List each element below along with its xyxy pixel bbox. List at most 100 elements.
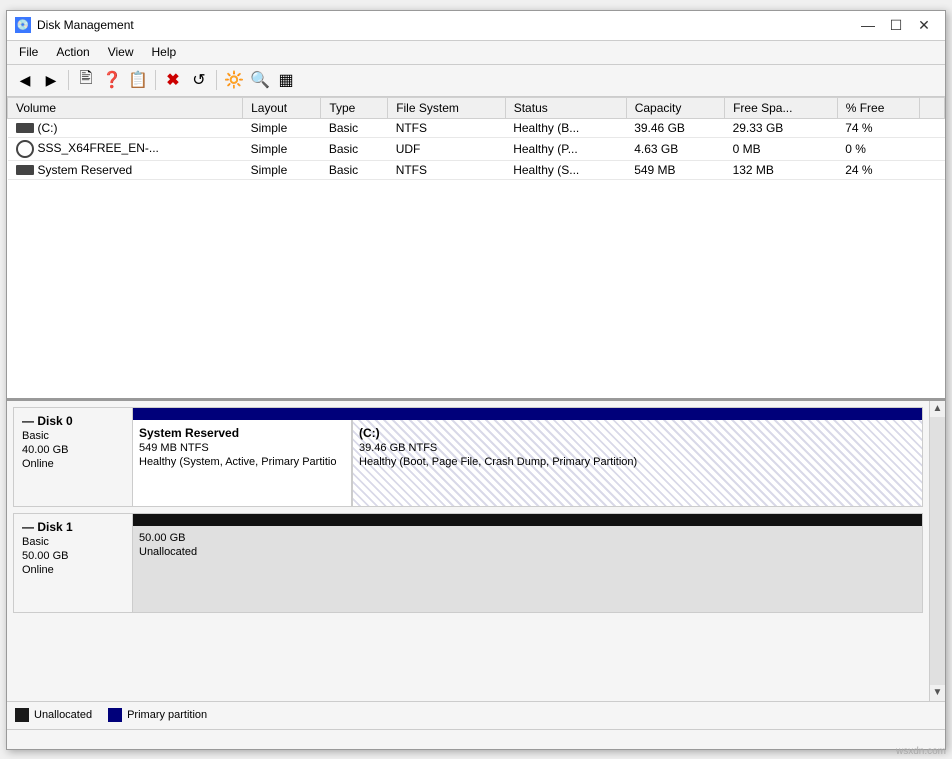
disk-scroll-content[interactable]: — Disk 0 Basic 40.00 GB Online System Re…	[7, 401, 929, 701]
table-row[interactable]: System ReservedSimpleBasicNTFSHealthy (S…	[8, 160, 945, 179]
title-controls: — ☐ ✕	[855, 15, 937, 35]
table-header-row: Volume Layout Type File System Status Ca…	[8, 97, 945, 118]
legend-label-primary: Primary partition	[127, 709, 207, 721]
cell-3-row-2: Healthy (S...	[505, 160, 626, 179]
toolbar: ◀ ▶ 🖹 ❓ 📋 ✖ ↺ 🔆 🔍 ▦	[7, 65, 945, 97]
cell-extra-0	[919, 118, 944, 137]
minimize-button[interactable]: —	[855, 15, 881, 35]
col-extra	[919, 97, 944, 118]
cell-4-row-2: 549 MB	[626, 160, 724, 179]
table-row[interactable]: SSS_X64FREE_EN-...SimpleBasicUDFHealthy …	[8, 137, 945, 160]
col-freespace: Free Spa...	[725, 97, 838, 118]
cell-0-row-2: Simple	[243, 160, 321, 179]
disk-1-header-bar	[133, 514, 922, 526]
search-button[interactable]: 🔍	[248, 68, 272, 92]
menu-bar: File Action View Help	[7, 41, 945, 65]
col-volume: Volume	[8, 97, 243, 118]
cell-5-row-1: 0 MB	[725, 137, 838, 160]
partition-0-2-name: (C:)	[359, 426, 916, 440]
menu-file[interactable]: File	[11, 43, 46, 61]
app-icon: 💿	[15, 17, 31, 33]
disk-0-parts-row: System Reserved 549 MB NTFS Healthy (Sys…	[133, 420, 922, 506]
cell-2-row-2: NTFS	[388, 160, 506, 179]
menu-view[interactable]: View	[100, 43, 142, 61]
cell-extra-1	[919, 137, 944, 160]
disk-0-label: — Disk 0 Basic 40.00 GB Online	[13, 407, 133, 507]
cell-4-row-0: 39.46 GB	[626, 118, 724, 137]
cell-volume-2: System Reserved	[8, 160, 243, 179]
cell-2-row-0: NTFS	[388, 118, 506, 137]
col-layout: Layout	[243, 97, 321, 118]
disk-0-partitions: System Reserved 549 MB NTFS Healthy (Sys…	[133, 407, 923, 507]
toolbar-separator-3	[216, 70, 217, 90]
cell-3-row-1: Healthy (P...	[505, 137, 626, 160]
legend-bar: Unallocated Primary partition	[7, 701, 945, 729]
cell-6-row-0: 74 %	[837, 118, 919, 137]
scroll-track[interactable]	[930, 417, 945, 685]
table-row[interactable]: (C:)SimpleBasicNTFSHealthy (B...39.46 GB…	[8, 118, 945, 137]
refresh-button[interactable]: ↺	[187, 68, 211, 92]
partition-1-1-size: 50.00 GB	[139, 532, 916, 544]
menu-action[interactable]: Action	[48, 43, 97, 61]
cell-volume-0: (C:)	[8, 118, 243, 137]
window-title: Disk Management	[37, 18, 134, 32]
partition-0-2-status: Healthy (Boot, Page File, Crash Dump, Pr…	[359, 456, 916, 468]
volume-table-area[interactable]: Volume Layout Type File System Status Ca…	[7, 97, 945, 401]
disk-1-unallocated[interactable]: 50.00 GB Unallocated	[133, 526, 922, 612]
disk-0-c-drive[interactable]: (C:) 39.46 GB NTFS Healthy (Boot, Page F…	[353, 420, 922, 506]
legend-unallocated: Unallocated	[15, 708, 92, 722]
toolbar-separator-2	[155, 70, 156, 90]
details-button[interactable]: 📋	[126, 68, 150, 92]
partition-1-1-label: Unallocated	[139, 546, 916, 558]
back-button[interactable]: ◀	[13, 68, 37, 92]
disk-1-type: Basic	[22, 536, 124, 548]
cell-5-row-0: 29.33 GB	[725, 118, 838, 137]
export-button[interactable]: ▦	[274, 68, 298, 92]
cell-1-row-2: Basic	[321, 160, 388, 179]
scroll-down-arrow[interactable]: ▼	[930, 685, 946, 701]
disk-0-size: 40.00 GB	[22, 444, 124, 456]
cell-3-row-0: Healthy (B...	[505, 118, 626, 137]
delete-button[interactable]: ✖	[161, 68, 185, 92]
partition-0-1-name: System Reserved	[139, 426, 345, 440]
properties-button[interactable]: 🖹	[74, 68, 98, 92]
legend-label-unallocated: Unallocated	[34, 709, 92, 721]
new-volume-button[interactable]: 🔆	[222, 68, 246, 92]
forward-button[interactable]: ▶	[39, 68, 63, 92]
cell-2-row-1: UDF	[388, 137, 506, 160]
partition-0-2-size: 39.46 GB NTFS	[359, 442, 916, 454]
disk-1-status: Online	[22, 564, 124, 576]
title-left: 💿 Disk Management	[15, 17, 134, 33]
disk-1-name: — Disk 1	[22, 520, 124, 534]
disk-1-parts-row: 50.00 GB Unallocated	[133, 526, 922, 612]
col-filesystem: File System	[388, 97, 506, 118]
cell-1-row-1: Basic	[321, 137, 388, 160]
cell-6-row-1: 0 %	[837, 137, 919, 160]
legend-swatch-unallocated	[15, 708, 29, 722]
disk-area-scrollbar[interactable]: ▲ ▼	[929, 401, 945, 701]
legend-primary: Primary partition	[108, 708, 207, 722]
menu-help[interactable]: Help	[144, 43, 185, 61]
disk-1-partitions: 50.00 GB Unallocated	[133, 513, 923, 613]
disk-1-label: — Disk 1 Basic 50.00 GB Online	[13, 513, 133, 613]
disk-0-status: Online	[22, 458, 124, 470]
help-button[interactable]: ❓	[100, 68, 124, 92]
col-percentfree: % Free	[837, 97, 919, 118]
title-bar: 💿 Disk Management — ☐ ✕	[7, 11, 945, 41]
partition-0-1-status: Healthy (System, Active, Primary Partiti…	[139, 456, 345, 468]
cell-4-row-1: 4.63 GB	[626, 137, 724, 160]
col-type: Type	[321, 97, 388, 118]
close-button[interactable]: ✕	[911, 15, 937, 35]
scroll-up-arrow[interactable]: ▲	[930, 401, 946, 417]
col-capacity: Capacity	[626, 97, 724, 118]
partition-0-1-size: 549 MB NTFS	[139, 442, 345, 454]
cell-5-row-2: 132 MB	[725, 160, 838, 179]
maximize-button[interactable]: ☐	[883, 15, 909, 35]
disk-0-type: Basic	[22, 430, 124, 442]
watermark: wsxdn.com	[896, 746, 946, 757]
disk-0-system-reserved[interactable]: System Reserved 549 MB NTFS Healthy (Sys…	[133, 420, 353, 506]
disk-row-1: — Disk 1 Basic 50.00 GB Online 50.00 GB …	[13, 513, 923, 613]
cell-6-row-2: 24 %	[837, 160, 919, 179]
cell-0-row-1: Simple	[243, 137, 321, 160]
legend-swatch-primary	[108, 708, 122, 722]
